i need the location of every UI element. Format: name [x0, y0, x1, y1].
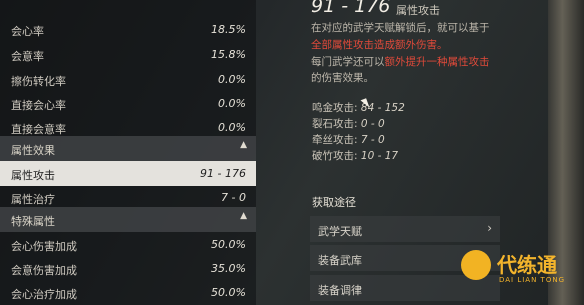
section-label: 属性效果 [11, 144, 55, 157]
stat-value: 7 - 0 [221, 191, 246, 204]
stat-value: 50.0% [211, 238, 246, 251]
acquire-title: 获取途径 [312, 196, 356, 209]
stat-value: 50.0% [211, 286, 246, 299]
acquire-button-martial-talent[interactable]: 武学天赋 › [310, 216, 500, 242]
stat-row-attr-attack[interactable]: 属性攻击 91 - 176 [0, 161, 256, 186]
stat-row: 会心治疗加成 50.0% [0, 280, 256, 305]
button-label: 装备调律 [318, 284, 362, 297]
stat-value: 91 - 176 [200, 167, 246, 180]
attr-line: 鸣金攻击: 84 - 152 [312, 100, 405, 115]
attr-line: 破竹攻击: 10 - 17 [312, 148, 398, 163]
stat-label: 属性治疗 [11, 193, 55, 206]
button-label: 装备武库 [318, 254, 362, 267]
attr-label: 鸣金攻击: [312, 102, 358, 114]
stat-label: 会意伤害加成 [11, 264, 77, 277]
stat-value: 0.0% [218, 121, 246, 134]
attr-label: 牵丝攻击: [312, 134, 358, 146]
stat-row: 会意率 15.8% [0, 42, 256, 67]
stats-panel: 会心率 18.5% 会意率 15.8% 擦伤转化率 0.0% 直接会心率 0.0… [0, 0, 256, 305]
stat-label: 直接会心率 [11, 99, 66, 112]
stat-label: 属性攻击 [11, 169, 55, 182]
attr-value: 10 - 17 [360, 150, 399, 162]
attr-label: 裂石攻击: [312, 118, 358, 130]
stat-row: 会心率 18.5% [0, 17, 256, 42]
stat-label: 直接会意率 [11, 123, 66, 136]
button-label: 武学天赋 [318, 225, 362, 238]
detail-desc-highlight: 额外提升一种属性攻击 [384, 56, 490, 68]
stat-value: 0.0% [218, 97, 246, 110]
section-header-special[interactable]: 特殊属性 ▲ [0, 207, 256, 232]
chevron-up-icon: ▲ [240, 140, 247, 150]
detail-desc-text: 每门武学还可以 [311, 56, 385, 68]
stat-value: 15.8% [211, 48, 246, 61]
attr-line: 牵丝攻击: 7 - 0 [312, 132, 385, 147]
stat-row: 会意伤害加成 35.0% [0, 256, 256, 281]
chevron-up-icon: ▲ [240, 211, 247, 221]
stat-label: 会心伤害加成 [11, 240, 77, 253]
stat-label: 会意率 [11, 50, 44, 63]
detail-desc-line: 在对应的武学天赋解锁后，就可以基于 [311, 22, 490, 34]
stat-label: 擦伤转化率 [11, 75, 66, 88]
section-header-attr-effects[interactable]: 属性效果 ▲ [0, 136, 256, 161]
stat-row: 擦伤转化率 0.0% [0, 67, 256, 92]
watermark-logo-icon [461, 250, 491, 280]
stat-value: 0.0% [218, 73, 246, 86]
stat-label: 会心率 [11, 25, 44, 38]
chevron-right-icon: › [487, 221, 492, 235]
attr-label: 破竹攻击: [312, 150, 358, 162]
attr-value: 7 - 0 [360, 134, 385, 146]
detail-desc-line: 的伤害效果。 [311, 72, 374, 84]
detail-title: 91 - 176 [311, 0, 391, 17]
section-label: 特殊属性 [11, 215, 55, 228]
attr-value: 0 - 0 [360, 118, 385, 130]
watermark-name: 代练通 [497, 253, 557, 277]
stat-row: 直接会心率 0.0% [0, 91, 256, 116]
stat-value: 18.5% [211, 23, 246, 36]
stat-value: 35.0% [211, 262, 246, 275]
detail-desc-highlight: 全部属性攻击造成额外伤害。 [311, 39, 448, 51]
stat-row: 会心伤害加成 50.0% [0, 232, 256, 257]
detail-desc-line: 每门武学还可以额外提升一种属性攻击 [311, 54, 490, 69]
attr-line: 裂石攻击: 0 - 0 [312, 116, 385, 131]
watermark-sub: DAI LIAN TONG [499, 276, 566, 284]
detail-subtitle: 属性攻击 [396, 4, 440, 17]
stat-label: 会心治疗加成 [11, 288, 77, 301]
